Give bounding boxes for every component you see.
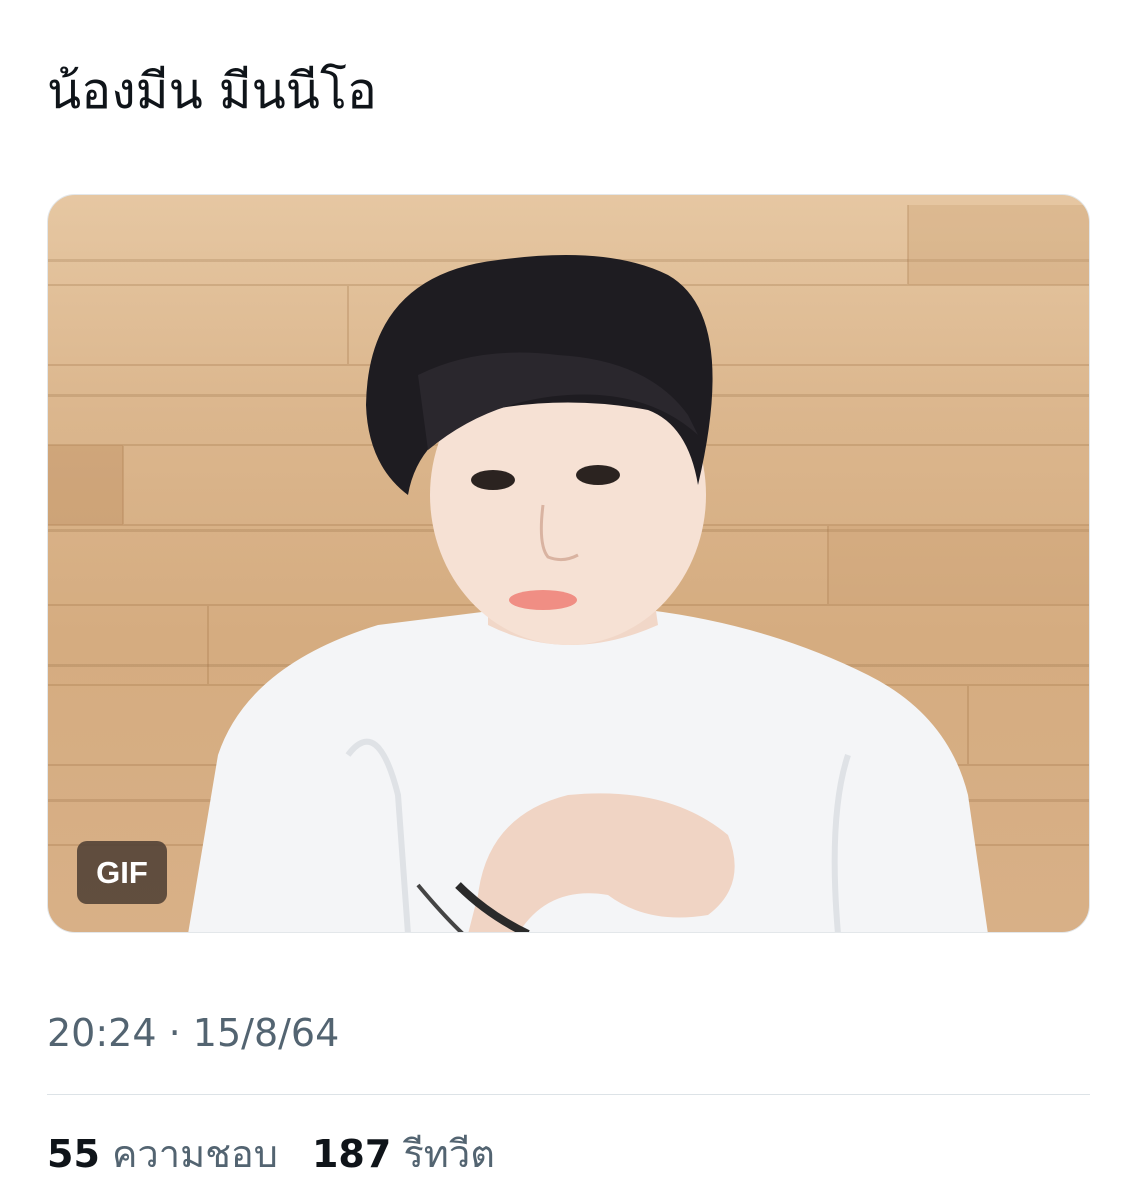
divider — [47, 1094, 1090, 1095]
retweets-stat-link[interactable]: 187 รีทวีต — [312, 1128, 495, 1180]
tweet-text: น้องมีน มีนนีโอ — [47, 62, 377, 120]
tweet-time: 20:24 — [47, 1011, 157, 1055]
likes-count: 55 — [47, 1132, 100, 1176]
likes-label: ความชอบ — [111, 1132, 278, 1176]
tweet-stats: 55 ความชอบ 187 รีทวีต — [47, 1128, 517, 1180]
retweets-count: 187 — [311, 1132, 392, 1176]
timestamp-separator: · — [168, 1011, 181, 1055]
likes-stat-link[interactable]: 55 ความชอบ — [47, 1128, 278, 1180]
retweets-label: รีทวีต — [403, 1132, 495, 1176]
tweet-media-gif[interactable]: GIF — [47, 194, 1090, 933]
gif-badge: GIF — [77, 841, 167, 904]
gif-preview-image — [48, 205, 1089, 932]
tweet-timestamp[interactable]: 20:24 · 15/8/64 — [47, 1008, 339, 1058]
tweet-date: 15/8/64 — [192, 1011, 340, 1055]
